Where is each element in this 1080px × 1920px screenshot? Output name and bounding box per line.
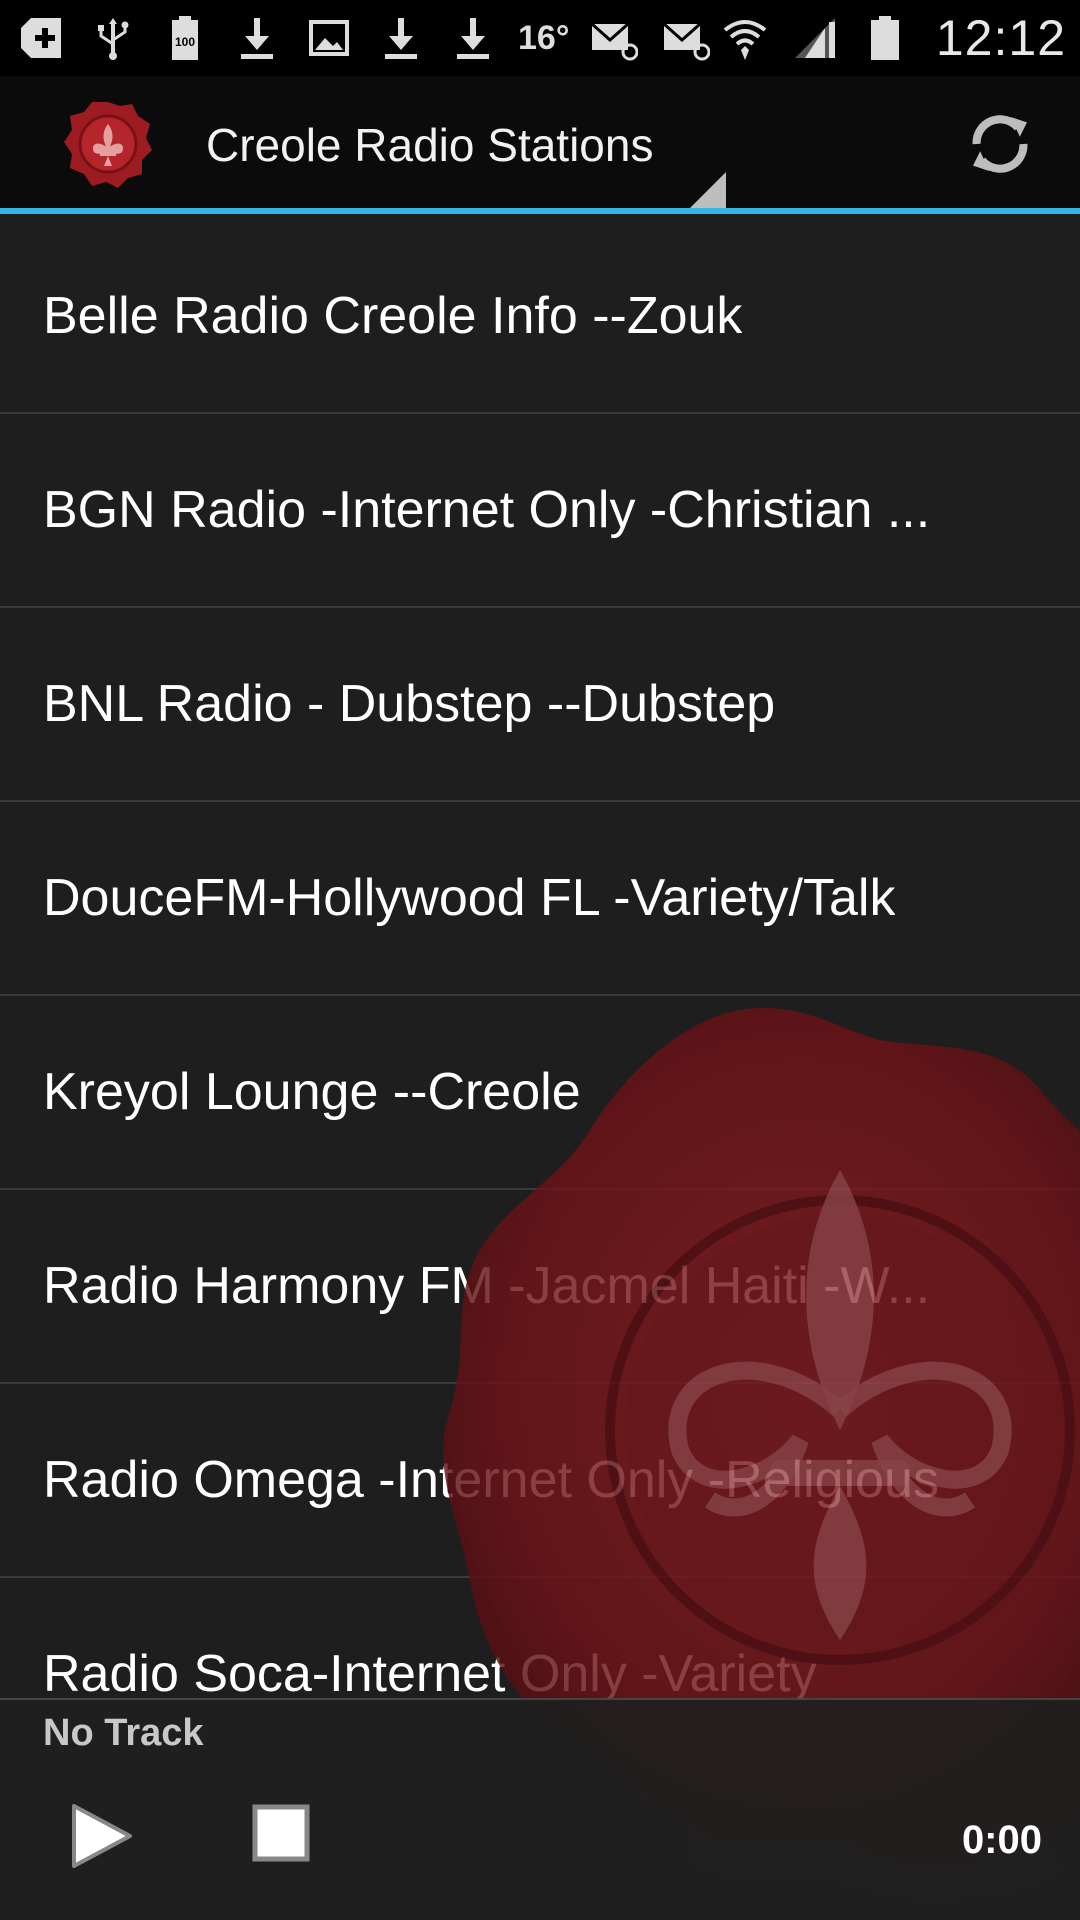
station-label: BGN Radio -Internet Only -Christian ... [43, 481, 931, 539]
email-icon [587, 11, 641, 65]
email-icon [659, 11, 713, 65]
station-label: BNL Radio - Dubstep --Dubstep [43, 675, 776, 733]
player-bar: No Track 0:00 [0, 1698, 1080, 1920]
play-button[interactable] [68, 1800, 138, 1872]
action-bar: Creole Radio Stations [0, 76, 1080, 214]
station-list[interactable]: Belle Radio Creole Info --Zouk BGN Radio… [0, 220, 1080, 1698]
station-item[interactable]: BNL Radio - Dubstep --Dubstep [0, 608, 1080, 802]
add-icon [14, 11, 68, 65]
download-icon [230, 11, 284, 65]
station-item[interactable]: Belle Radio Creole Info --Zouk [0, 220, 1080, 414]
stop-button[interactable] [252, 1804, 310, 1862]
clock: 12:12 [935, 10, 1066, 66]
temperature-readout: 16° [518, 18, 570, 57]
download-icon [374, 11, 428, 65]
app-screen: 100 16° 12:12 Creole Radio Stations Bell… [0, 0, 1080, 1920]
spinner-arrow-icon [690, 172, 726, 208]
battery-100-icon: 100 [158, 11, 212, 65]
svg-text:100: 100 [175, 35, 195, 49]
station-item[interactable]: Radio Harmony FM -Jacmel Haiti -W... [0, 1190, 1080, 1384]
download-icon [446, 11, 500, 65]
station-label: Radio Soca-Internet Only -Variety [43, 1645, 817, 1698]
station-item[interactable]: DouceFM-Hollywood FL -Variety/Talk [0, 802, 1080, 996]
battery-full-icon [858, 11, 912, 65]
app-logo-icon[interactable] [62, 98, 154, 190]
track-label: No Track [43, 1712, 204, 1754]
play-icon [72, 1804, 132, 1868]
refresh-button[interactable] [960, 104, 1040, 184]
station-label: Radio Omega -Internet Only -Religious [43, 1451, 939, 1509]
station-item[interactable]: Kreyol Lounge --Creole [0, 996, 1080, 1190]
station-label: Belle Radio Creole Info --Zouk [43, 287, 743, 345]
station-category-spinner[interactable]: Creole Radio Stations [186, 76, 726, 208]
station-label: Kreyol Lounge --Creole [43, 1063, 581, 1121]
usb-icon [86, 11, 140, 65]
wifi-icon [718, 11, 772, 65]
elapsed-time: 0:00 [961, 1818, 1042, 1862]
app-title: Creole Radio Stations [206, 119, 654, 171]
signal-icon [788, 11, 842, 65]
station-label: Radio Harmony FM -Jacmel Haiti -W... [43, 1257, 931, 1315]
status-bar: 100 16° 12:12 [0, 0, 1080, 76]
station-label: DouceFM-Hollywood FL -Variety/Talk [43, 869, 896, 927]
stop-icon [252, 1804, 310, 1862]
station-item[interactable]: Radio Omega -Internet Only -Religious [0, 1384, 1080, 1578]
station-item[interactable]: BGN Radio -Internet Only -Christian ... [0, 414, 1080, 608]
refresh-icon [972, 115, 1028, 173]
image-icon [302, 11, 356, 65]
station-item[interactable]: Radio Soca-Internet Only -Variety [0, 1578, 1080, 1698]
